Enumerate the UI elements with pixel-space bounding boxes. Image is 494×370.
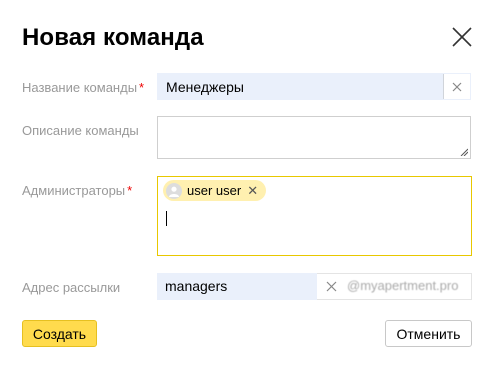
team-name-value: Менеджеры	[166, 79, 244, 95]
resize-handle-icon[interactable]	[460, 148, 468, 156]
new-team-dialog: Новая команда Название команды * Менеджер…	[0, 0, 494, 370]
team-description-textarea[interactable]	[157, 116, 471, 159]
text-caret	[166, 211, 167, 226]
create-button[interactable]: Создать	[22, 320, 97, 347]
admin-chip-label: user user	[187, 183, 242, 198]
avatar-icon	[166, 182, 182, 199]
mailing-address-value: managers	[165, 278, 228, 294]
mailing-address-input[interactable]: managers	[157, 273, 317, 300]
clear-icon[interactable]	[318, 273, 345, 300]
dialog-title: Новая команда	[22, 24, 204, 51]
remove-chip-icon[interactable]: ✕	[247, 183, 258, 199]
team-name-label: Название команды *	[22, 80, 145, 95]
close-icon[interactable]	[450, 25, 474, 49]
cancel-button[interactable]: Отменить	[385, 320, 472, 347]
mailing-address-label: Адрес рассылки	[22, 280, 121, 295]
team-name-input[interactable]: Менеджеры	[157, 73, 471, 100]
admin-chip: user user ✕	[163, 180, 267, 201]
admins-label: Администраторы *	[22, 183, 133, 198]
required-mark: *	[127, 183, 133, 198]
team-description-label: Описание команды	[22, 123, 139, 138]
clear-icon[interactable]	[443, 74, 470, 99]
mailing-domain: @myapertment.pro	[347, 278, 459, 293]
admins-input[interactable]: user user ✕	[157, 176, 472, 256]
required-mark: *	[139, 80, 145, 95]
